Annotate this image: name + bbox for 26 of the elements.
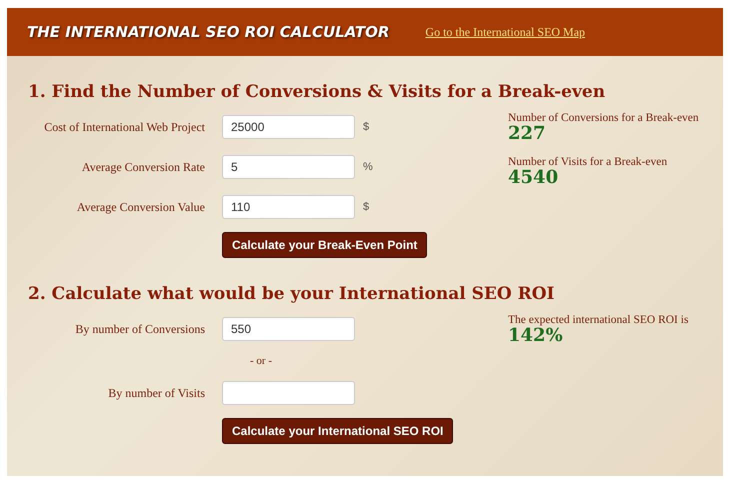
map-link[interactable]: Go to the International SEO Map (425, 24, 586, 40)
calculate-button[interactable]: Calculate your Break-Even Point (222, 232, 428, 258)
field-label: By number of Conversions (74, 322, 205, 336)
section-heading: 2. Calculate what would be your International SEO ROI (28, 284, 556, 304)
number-field[interactable] (222, 381, 355, 405)
field-label: By number of Visits (107, 386, 205, 400)
number-field[interactable]: 550 (222, 317, 355, 341)
field-label: Average Conversion Rate (80, 160, 205, 174)
result-label: The expected international SEO ROI is (508, 314, 688, 326)
unit-label: $ (363, 121, 370, 133)
number-field[interactable]: 110 (222, 195, 355, 219)
calculate-button[interactable]: Calculate your International SEO ROI (222, 418, 454, 444)
unit-label: % (363, 161, 373, 173)
result-label: Number of Conversions for a Break-even (508, 112, 699, 124)
number-field[interactable]: 5 (222, 155, 355, 179)
result-value: 227 (508, 124, 547, 144)
number-field[interactable]: 25000 (222, 115, 355, 139)
result-value: 4540 (508, 168, 560, 188)
app-title: THE INTERNATIONAL SEO ROI CALCULATOR (27, 23, 390, 41)
or-separator: - or - (250, 355, 272, 367)
result-value: 142% (508, 326, 563, 346)
result-label: Number of Visits for a Break-even (508, 156, 668, 168)
section-heading: 1. Find the Number of Conversions & Visits for a Break-even (28, 82, 606, 102)
field-label: Average Conversion Value (76, 200, 205, 214)
unit-label: $ (363, 201, 370, 213)
field-label: Cost of International Web Project (43, 120, 205, 134)
